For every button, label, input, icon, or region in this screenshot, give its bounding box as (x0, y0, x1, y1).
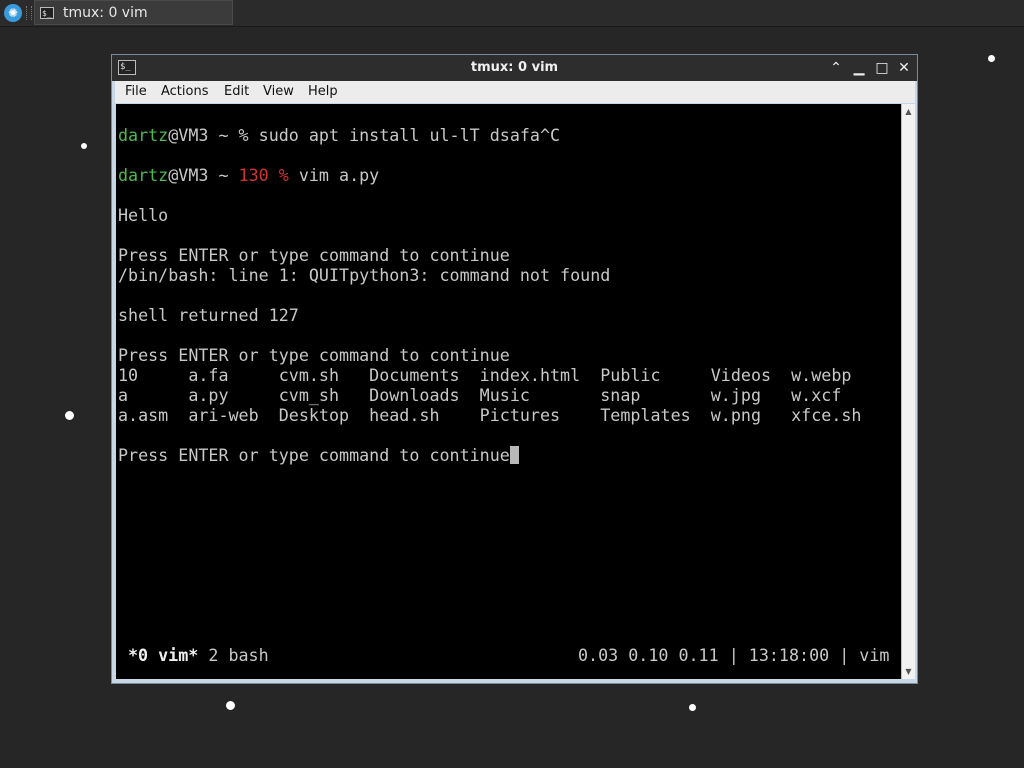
taskbar-task-label: tmux: 0 vim (63, 5, 148, 21)
output-line: Hello (118, 205, 169, 225)
menu-file[interactable]: File (125, 81, 147, 103)
prompt-command: vim a.py (288, 165, 380, 185)
scrollbar[interactable]: ▲ ▼ (901, 104, 915, 679)
minimize-icon[interactable]: ▁ (849, 58, 869, 78)
output-line: Press ENTER or type command to continue (118, 345, 510, 365)
prompt-line: dartz@VM3 ~ % sudo apt install ul-lT dsa… (118, 125, 560, 145)
menu-bar: File Actions Edit View Help (115, 81, 915, 103)
prompt-user: dartz (118, 125, 169, 145)
star-dot (226, 701, 235, 710)
exit-code: 130 % (238, 165, 289, 185)
tmux-window-list: *0 vim* 2 bash (128, 645, 269, 665)
tmux-window-active[interactable]: *0 vim* (128, 645, 198, 665)
star-dot (988, 55, 995, 62)
text-cursor (509, 446, 519, 464)
tmux-window-bash[interactable]: 2 bash (198, 645, 268, 665)
prompt-user: dartz (118, 165, 169, 185)
terminal-output[interactable]: dartz@VM3 ~ % sudo apt install ul-lT dsa… (116, 104, 901, 679)
prompt-line: dartz@VM3 ~ 130 % vim a.py (118, 165, 379, 185)
maximize-icon[interactable]: □ (872, 58, 892, 78)
taskbar-separator (26, 6, 32, 20)
tmux-status-right: 0.03 0.10 0.11 | 13:18:00 | vim (578, 645, 890, 665)
ls-output-row: a a.py cvm_sh Downloads Music snap w.jpg… (118, 385, 842, 405)
ls-output-row: a.asm ari-web Desktop head.sh Pictures T… (118, 405, 862, 425)
scroll-down-icon[interactable]: ▼ (902, 665, 915, 678)
prompt-host: @VM3 ~ (168, 165, 239, 185)
taskbar-task-terminal[interactable]: $_ tmux: 0 vim (34, 0, 233, 25)
window-titlebar[interactable]: $_ tmux: 0 vim ⌃ ▁ □ ✕ (112, 55, 917, 81)
star-dot (81, 143, 87, 149)
output-line: /bin/bash: line 1: QUITpython3: command … (118, 265, 611, 285)
taskbar: ✺ $_ tmux: 0 vim (0, 0, 1024, 27)
star-dot (689, 704, 696, 711)
menu-help[interactable]: Help (308, 81, 338, 103)
scroll-up-icon[interactable]: ▲ (902, 105, 915, 118)
menu-edit[interactable]: Edit (224, 81, 249, 103)
terminal-window: $_ tmux: 0 vim ⌃ ▁ □ ✕ File Actions Edit… (111, 54, 918, 684)
terminal-icon: $_ (40, 7, 54, 19)
menu-actions[interactable]: Actions (161, 81, 209, 103)
star-dot (65, 411, 74, 420)
press-enter-text: Press ENTER or type command to continue (118, 445, 510, 465)
window-title: tmux: 0 vim (470, 60, 559, 75)
close-icon[interactable]: ✕ (894, 58, 914, 78)
prompt-command: sudo apt install ul-lT dsafa^C (258, 125, 561, 145)
fan-logo-icon[interactable]: ✺ (4, 4, 22, 22)
prompt-host: @VM3 ~ % (168, 125, 259, 145)
output-line: shell returned 127 (118, 305, 299, 325)
output-line: Press ENTER or type command to continue (118, 245, 510, 265)
ls-output-row: 10 a.fa cvm.sh Documents index.html Publ… (118, 365, 852, 385)
output-line: Press ENTER or type command to continue (118, 445, 519, 465)
menu-view[interactable]: View (263, 81, 294, 103)
chevron-up-icon[interactable]: ⌃ (826, 58, 846, 78)
